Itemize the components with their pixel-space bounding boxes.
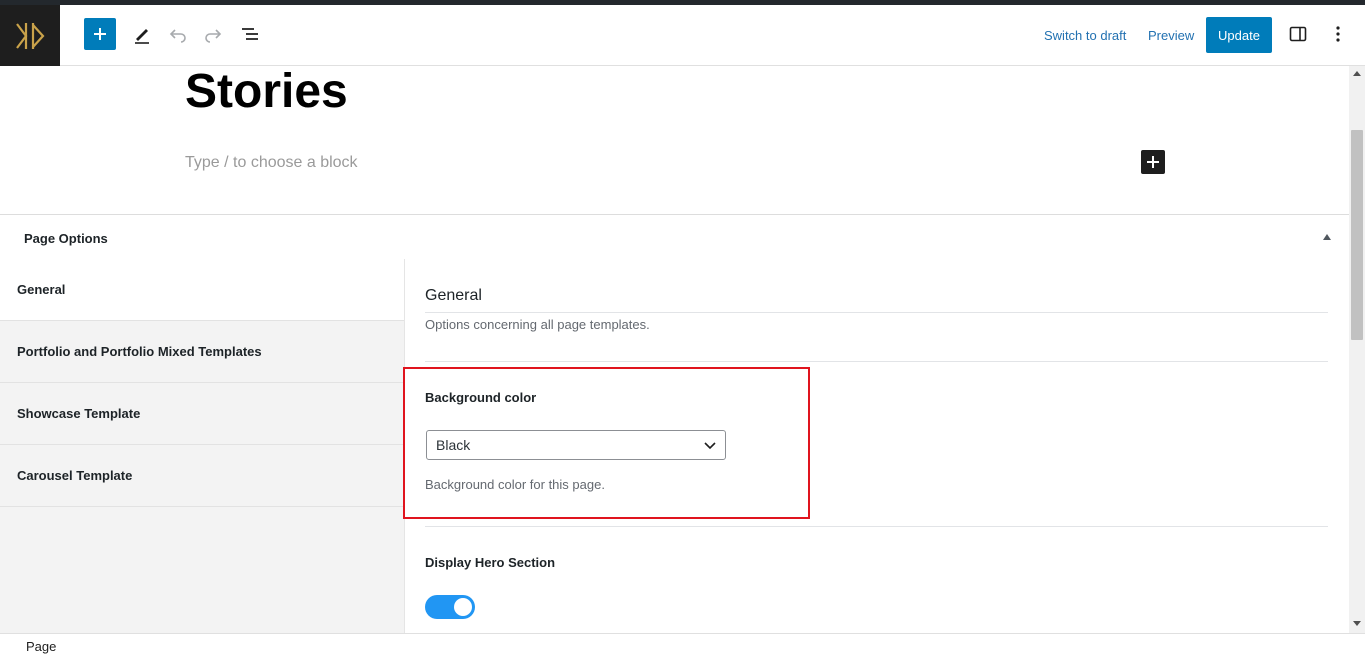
divider: [425, 361, 1328, 362]
more-vertical-icon: [1336, 26, 1340, 42]
tools-button[interactable]: [126, 18, 158, 50]
more-options-button[interactable]: [1322, 18, 1354, 50]
divider: [425, 312, 1328, 313]
background-color-value: Black: [436, 437, 471, 453]
list-view-icon: [242, 28, 258, 40]
panel-description: Options concerning all page templates.: [425, 317, 650, 332]
switch-to-draft-button[interactable]: Switch to draft: [1044, 28, 1126, 43]
preview-button[interactable]: Preview: [1148, 28, 1194, 43]
undo-icon: [169, 29, 186, 43]
editor-scrollbar[interactable]: [1349, 66, 1365, 633]
metabox-title: Page Options: [24, 231, 108, 246]
background-color-help: Background color for this page.: [425, 477, 605, 492]
panel-title: General: [425, 287, 482, 304]
block-inserter-button[interactable]: [1141, 150, 1165, 174]
update-button[interactable]: Update: [1206, 17, 1272, 53]
scroll-down-icon[interactable]: [1353, 621, 1361, 626]
background-color-select[interactable]: Black: [426, 430, 726, 460]
redo-button[interactable]: [197, 18, 229, 50]
tab-showcase-template[interactable]: Showcase Template: [0, 383, 404, 445]
block-placeholder[interactable]: Type / to choose a block: [185, 154, 358, 172]
general-options-panel: General Options concerning all page temp…: [403, 259, 1328, 633]
undo-button[interactable]: [162, 18, 194, 50]
collapse-toggle-icon[interactable]: [1323, 234, 1331, 240]
chevron-down-icon: [704, 442, 716, 450]
scroll-thumb[interactable]: [1351, 130, 1363, 340]
editor-canvas: Stories Type / to choose a block Page Op…: [0, 66, 1349, 633]
redo-icon: [205, 29, 222, 43]
tab-carousel-template[interactable]: Carousel Template: [0, 445, 404, 507]
editor-footer: Page: [0, 633, 1365, 654]
tab-general[interactable]: General: [0, 259, 404, 321]
scroll-up-icon[interactable]: [1353, 71, 1361, 76]
editor-header: Switch to draft Preview Update: [0, 5, 1365, 66]
list-view-button[interactable]: [234, 18, 266, 50]
sidebar-toggle-icon: [1289, 26, 1307, 42]
plus-icon: [1147, 156, 1159, 168]
site-logo[interactable]: [0, 5, 60, 66]
plus-icon: [94, 28, 106, 40]
tab-portfolio-templates[interactable]: Portfolio and Portfolio Mixed Templates: [0, 321, 404, 383]
options-tabs: General Portfolio and Portfolio Mixed Te…: [0, 259, 405, 633]
pencil-icon: [135, 29, 149, 44]
breadcrumb[interactable]: Page: [26, 639, 56, 654]
post-title[interactable]: Stories: [185, 66, 348, 118]
settings-sidebar-button[interactable]: [1282, 18, 1314, 50]
display-hero-label: Display Hero Section: [425, 555, 556, 570]
add-block-button[interactable]: [84, 18, 116, 50]
background-color-label: Background color: [425, 390, 537, 405]
page-options-metabox: Page Options General Portfolio and Portf…: [0, 214, 1349, 633]
toggle-knob: [454, 598, 472, 616]
divider: [425, 526, 1328, 527]
display-hero-toggle[interactable]: [425, 595, 475, 619]
site-logo-icon: [16, 22, 45, 49]
